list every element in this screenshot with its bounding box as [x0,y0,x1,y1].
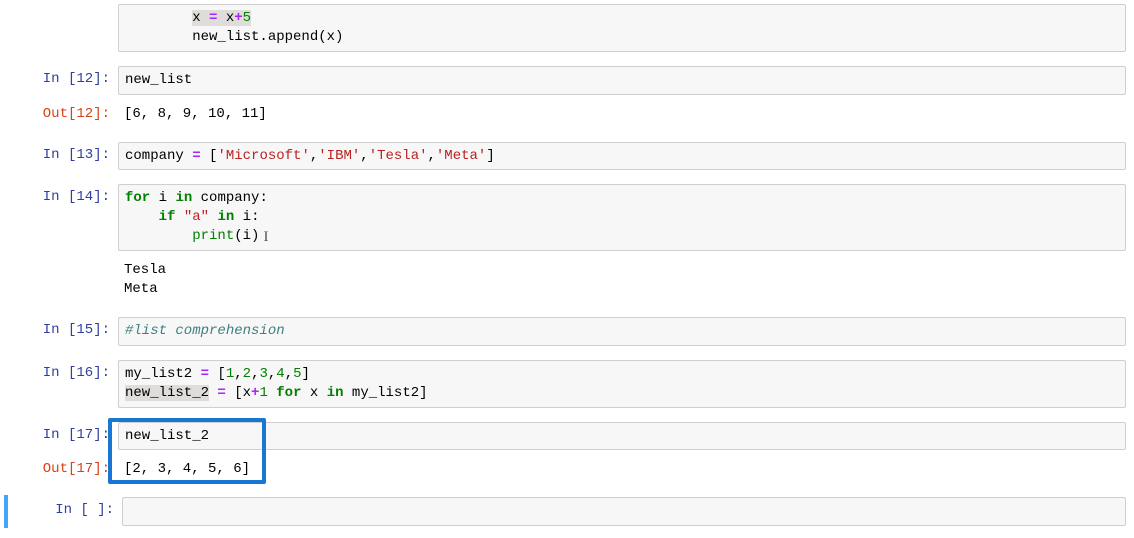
output-12: [6, 8, 9, 10, 11] [118,101,1126,128]
in-prompt-15: In [15]: [8,317,118,340]
code-cell-14: In [14]: for i in company: if "a" in i: … [0,182,1134,304]
in-prompt-empty: In [ ]: [18,497,122,520]
in-prompt-11 [8,4,118,8]
code-input-14[interactable]: for i in company: if "a" in i: print(i) [118,184,1126,251]
code-cell-17: In [17]: new_list_2 Out[17]: [2, 3, 4, 5… [0,420,1134,486]
code-input-12[interactable]: new_list [118,66,1126,95]
in-prompt-16: In [16]: [8,360,118,383]
in-prompt-17: In [17]: [8,422,118,445]
output-14: Tesla Meta [118,257,1126,303]
output-17: [2, 3, 4, 5, 6] [118,456,1126,483]
in-prompt-12: In [12]: [8,66,118,89]
in-prompt-13: In [13]: [8,142,118,165]
out-prompt-14-blank [8,257,118,261]
code-input-13[interactable]: company = ['Microsoft','IBM','Tesla','Me… [118,142,1126,171]
code-input-empty[interactable] [122,497,1126,526]
code-input-16[interactable]: my_list2 = [1,2,3,4,5] new_list_2 = [x+1… [118,360,1126,408]
code-cell-empty-selected: In [ ]: [4,495,1134,528]
in-prompt-14: In [14]: [8,184,118,207]
code-cell-15: In [15]: #list comprehension [0,315,1134,348]
code-input-17[interactable]: new_list_2 [118,422,1126,451]
code-input-15[interactable]: #list comprehension [118,317,1126,346]
code-cell-12: In [12]: new_list Out[12]: [6, 8, 9, 10,… [0,64,1134,130]
code-cell-16: In [16]: my_list2 = [1,2,3,4,5] new_list… [0,358,1134,410]
text-cursor-icon [259,229,260,243]
code-cell-13: In [13]: company = ['Microsoft','IBM','T… [0,140,1134,173]
out-prompt-12: Out[12]: [8,101,118,124]
code-input-11[interactable]: x = x+5 new_list.append(x) [118,4,1126,52]
out-prompt-17: Out[17]: [8,456,118,479]
code-cell-11-partial: x = x+5 new_list.append(x) [0,2,1134,54]
